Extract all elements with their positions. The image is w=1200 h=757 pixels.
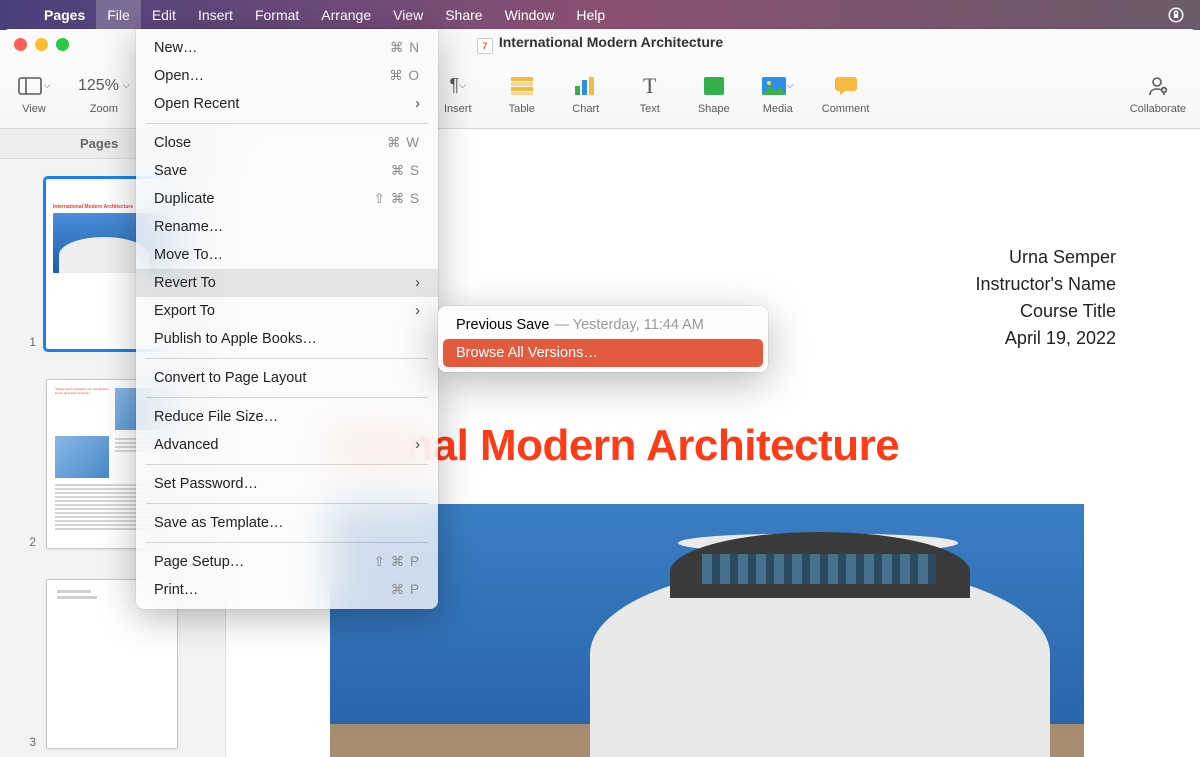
page-number: 3	[26, 735, 36, 749]
shortcut: ⌘ N	[390, 40, 420, 56]
chevron-down-icon: ⌵	[786, 80, 793, 91]
shortcut: ⌘ S	[391, 163, 420, 179]
menu-separator	[146, 397, 428, 398]
menu-move-to[interactable]: Move To…	[136, 241, 438, 269]
toolbar-media-label: Media	[763, 103, 793, 115]
collaborate-icon	[1147, 73, 1169, 99]
menu-save[interactable]: Save⌘ S	[136, 157, 438, 185]
document-header-block: Urna Semper Instructor's Name Course Tit…	[976, 244, 1116, 352]
toolbar-view[interactable]: ⌵ View	[14, 73, 54, 115]
file-menu-dropdown: New…⌘ N Open…⌘ O Open Recent› Close⌘ W S…	[136, 29, 438, 609]
toolbar-table-label: Table	[509, 103, 535, 115]
page-number: 1	[26, 335, 36, 349]
shortcut: ⇧ ⌘ S	[374, 191, 420, 207]
chevron-right-icon: ›	[415, 303, 420, 319]
toolbar-media[interactable]: ⌵ Media	[758, 73, 798, 115]
submenu-previous-save[interactable]: Previous Save — Yesterday, 11:44 AM	[443, 311, 763, 339]
text-icon: T	[643, 73, 656, 99]
menu-separator	[146, 358, 428, 359]
doc-course: Course Title	[976, 298, 1116, 325]
menu-export-to[interactable]: Export To›	[136, 297, 438, 325]
menu-separator	[146, 503, 428, 504]
document-hero-image	[330, 504, 1084, 757]
menu-separator	[146, 123, 428, 124]
menubar-edit[interactable]: Edit	[141, 0, 187, 30]
toolbar-zoom-label: Zoom	[90, 103, 118, 115]
shortcut: ⇧ ⌘ P	[374, 554, 420, 570]
shape-icon	[704, 73, 724, 99]
shortcut: ⌘ P	[391, 582, 420, 598]
menubar-window[interactable]: Window	[494, 0, 566, 30]
window-title-text: International Modern Architecture	[499, 34, 723, 50]
toolbar-chart[interactable]: Chart	[566, 73, 606, 115]
macos-menubar: Pages File Edit Insert Format Arrange Vi…	[0, 0, 1200, 30]
toolbar-chart-label: Chart	[572, 103, 599, 115]
chevron-right-icon: ›	[415, 275, 420, 291]
toolbar-comment-label: Comment	[822, 103, 870, 115]
pilcrow-icon: ¶ ⌵	[450, 73, 467, 99]
shortcut: ⌘ W	[387, 135, 420, 151]
chevron-down-icon: ⌵	[459, 80, 466, 91]
toolbar-text-label: Text	[640, 103, 660, 115]
view-icon: ⌵	[18, 73, 51, 99]
media-icon: ⌵	[762, 73, 793, 99]
menu-set-password[interactable]: Set Password…	[136, 470, 438, 498]
toolbar-shape-label: Shape	[698, 103, 730, 115]
menu-advanced[interactable]: Advanced›	[136, 431, 438, 459]
menubar-share[interactable]: Share	[434, 0, 493, 30]
submenu-browse-label: Browse All Versions…	[456, 345, 598, 361]
toolbar-insert[interactable]: ¶ ⌵ Insert	[438, 73, 478, 115]
toolbar-shape[interactable]: Shape	[694, 73, 734, 115]
table-icon	[511, 73, 533, 99]
comment-icon	[835, 73, 857, 99]
menubar-insert[interactable]: Insert	[187, 0, 244, 30]
menu-page-setup[interactable]: Page Setup…⇧ ⌘ P	[136, 548, 438, 576]
menu-print[interactable]: Print…⌘ P	[136, 576, 438, 604]
toolbar-collaborate-label: Collaborate	[1130, 103, 1186, 115]
doc-instructor: Instructor's Name	[976, 271, 1116, 298]
menu-publish[interactable]: Publish to Apple Books…	[136, 325, 438, 353]
toolbar-collaborate[interactable]: Collaborate	[1130, 73, 1186, 115]
menubar-view[interactable]: View	[382, 0, 434, 30]
menu-duplicate[interactable]: Duplicate⇧ ⌘ S	[136, 185, 438, 213]
toolbar-insert-label: Insert	[444, 103, 472, 115]
submenu-previous-save-detail: — Yesterday, 11:44 AM	[555, 317, 704, 333]
menubar-help[interactable]: Help	[565, 0, 616, 30]
lock-icon[interactable]	[1167, 6, 1185, 24]
chevron-down-icon: ⌵	[44, 80, 51, 91]
menubar-file[interactable]: File	[96, 0, 141, 30]
toolbar-text[interactable]: T Text	[630, 73, 670, 115]
zoom-value: 125%	[78, 77, 119, 95]
menubar-app[interactable]: Pages	[33, 0, 96, 30]
menu-separator	[146, 464, 428, 465]
menu-reduce-size[interactable]: Reduce File Size…	[136, 403, 438, 431]
menu-separator	[146, 542, 428, 543]
document-icon: 7	[477, 38, 493, 54]
submenu-browse-all-versions[interactable]: Browse All Versions…	[443, 339, 763, 367]
menu-rename[interactable]: Rename…	[136, 213, 438, 241]
shortcut: ⌘ O	[389, 68, 420, 84]
menu-save-template[interactable]: Save as Template…	[136, 509, 438, 537]
menu-open-recent[interactable]: Open Recent›	[136, 90, 438, 118]
doc-date: April 19, 2022	[976, 325, 1116, 352]
menu-new[interactable]: New…⌘ N	[136, 34, 438, 62]
doc-author: Urna Semper	[976, 244, 1116, 271]
toolbar-comment[interactable]: Comment	[822, 73, 870, 115]
page-number: 2	[26, 535, 36, 549]
menu-convert[interactable]: Convert to Page Layout	[136, 364, 438, 392]
menubar-format[interactable]: Format	[244, 0, 310, 30]
submenu-previous-save-label: Previous Save	[456, 317, 550, 333]
menubar-arrange[interactable]: Arrange	[310, 0, 382, 30]
menu-revert-to[interactable]: Revert To›	[136, 269, 438, 297]
chevron-down-icon: ⌵	[123, 80, 130, 91]
chevron-right-icon: ›	[415, 96, 420, 112]
revert-to-submenu: Previous Save — Yesterday, 11:44 AM Brow…	[438, 306, 768, 372]
toolbar-view-label: View	[22, 103, 46, 115]
toolbar-zoom[interactable]: 125% ⌵ Zoom	[78, 73, 130, 115]
menu-open[interactable]: Open…⌘ O	[136, 62, 438, 90]
toolbar-table[interactable]: Table	[502, 73, 542, 115]
chevron-right-icon: ›	[415, 437, 420, 453]
menu-close[interactable]: Close⌘ W	[136, 129, 438, 157]
chart-icon	[575, 73, 597, 99]
